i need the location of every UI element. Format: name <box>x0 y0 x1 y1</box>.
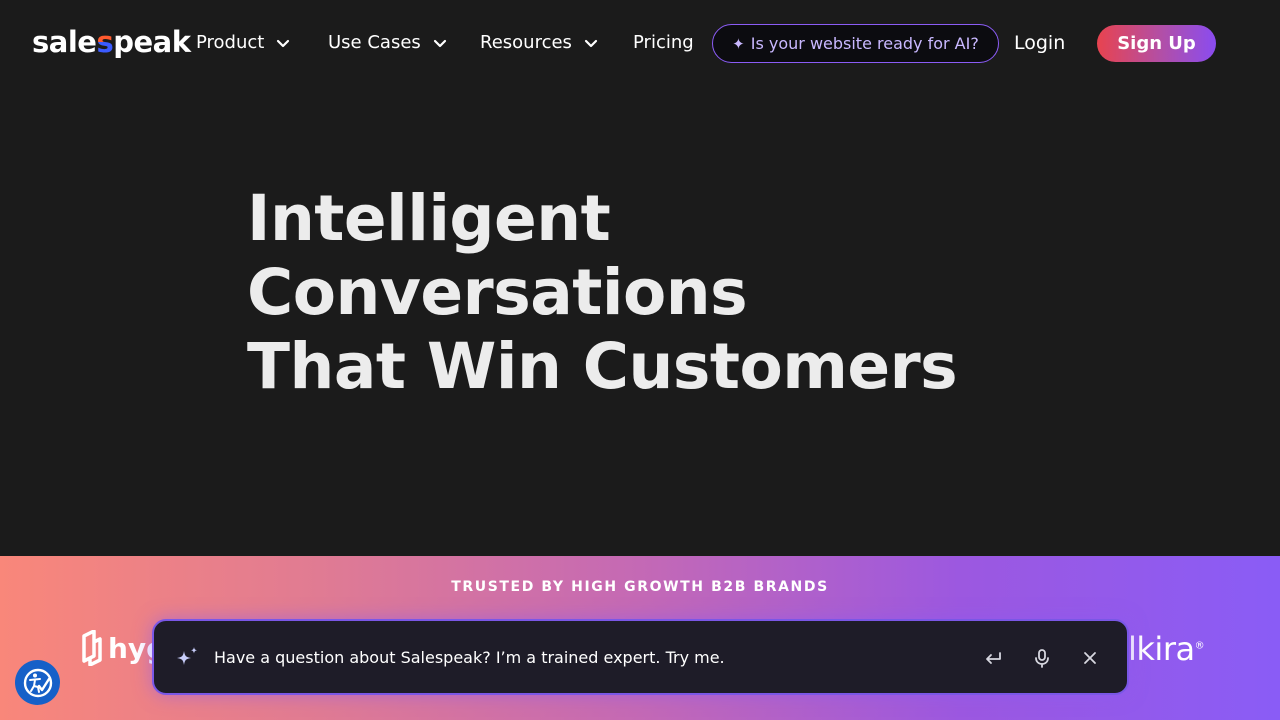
registered-mark: ® <box>1194 640 1205 652</box>
nav-item-label: Pricing <box>633 32 694 53</box>
hero-title-line-1: Intelligent Conversations <box>247 182 748 329</box>
chevron-down-icon <box>584 39 598 48</box>
sparkle-icon <box>177 647 197 665</box>
microphone-icon[interactable] <box>1031 647 1053 669</box>
sparkle-icon: ✦ <box>732 34 745 53</box>
accessibility-icon <box>23 668 52 697</box>
ai-chat-bar[interactable]: Have a question about Salespeak? I’m a t… <box>152 619 1129 695</box>
hero-title-line-2: That Win Customers <box>247 330 958 403</box>
hygraph-mark-icon <box>82 630 102 666</box>
chat-prompt-text[interactable]: Have a question about Salespeak? I’m a t… <box>214 647 725 669</box>
ai-readiness-label: Is your website ready for AI? <box>750 34 979 53</box>
chevron-down-icon <box>277 39 290 48</box>
alkira-logo-text: lkira <box>1128 630 1195 668</box>
nav-item-label: Use Cases <box>328 32 421 53</box>
login-link[interactable]: Login <box>1014 30 1065 56</box>
chevron-down-icon <box>433 39 446 48</box>
nav-item-resources[interactable]: Resources <box>480 30 598 56</box>
trusted-brands-label: TRUSTED BY HIGH GROWTH B2B BRANDS <box>451 579 829 595</box>
ai-readiness-button[interactable]: ✦ Is your website ready for AI? <box>712 24 999 63</box>
accessibility-button[interactable] <box>15 660 60 705</box>
logo-text-accent: s <box>96 25 114 59</box>
nav-item-label: Resources <box>480 32 572 53</box>
top-navigation: salespeak Product Use Cases Resources Pr… <box>0 0 1280 86</box>
nav-item-pricing[interactable]: Pricing <box>633 30 694 56</box>
hero-title: Intelligent Conversations That Win Custo… <box>247 182 1127 404</box>
nav-item-use-cases[interactable]: Use Cases <box>328 30 447 56</box>
signup-button[interactable]: Sign Up <box>1097 25 1216 62</box>
logo-text-pre: sale <box>32 25 97 59</box>
logo-text-post: peak <box>113 25 191 59</box>
close-icon[interactable] <box>1079 647 1101 669</box>
enter-icon[interactable] <box>982 647 1004 669</box>
nav-item-product[interactable]: Product <box>196 30 290 56</box>
nav-item-label: Product <box>196 32 265 53</box>
alkira-logo: lkira® <box>1128 630 1205 668</box>
salespeak-logo[interactable]: salespeak <box>32 24 191 60</box>
